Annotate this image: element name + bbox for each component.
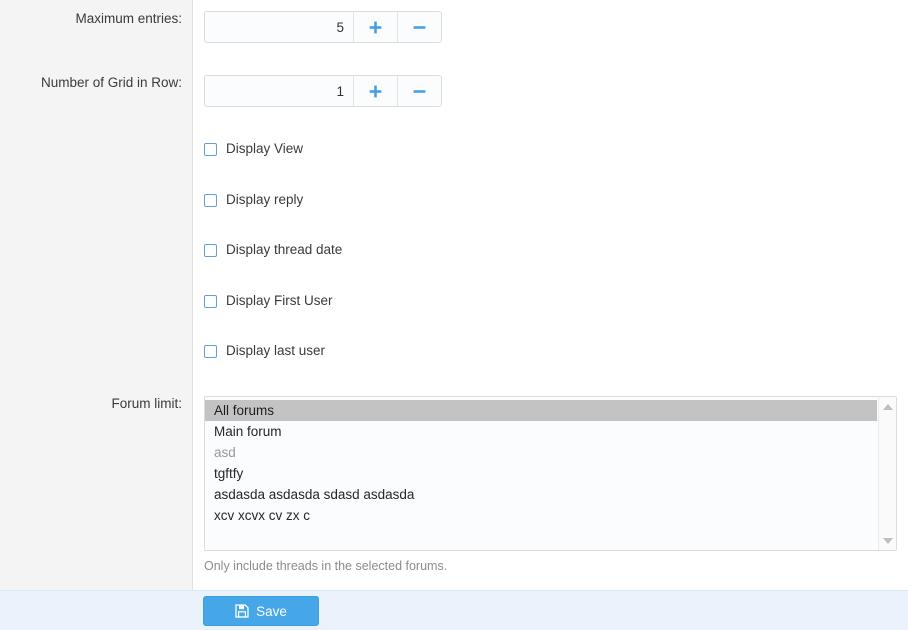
minus-icon	[413, 25, 426, 29]
floppy-disk-icon	[235, 604, 249, 618]
forum-limit-options: All forums Main forum asd tgftfy asdasda…	[205, 400, 877, 550]
row-display-reply: Display reply	[0, 192, 908, 208]
row-forum-limit: Forum limit: All forums Main forum asd t…	[0, 396, 908, 574]
list-item[interactable]: All forums	[205, 400, 877, 421]
list-item[interactable]: asd	[205, 442, 877, 463]
checkbox-icon[interactable]	[204, 193, 217, 207]
stepper-grid-in-row	[204, 75, 442, 107]
settings-form: Maximum entries: 5 Number of Grid in Row…	[0, 0, 908, 630]
checkbox-display-view[interactable]: Display View	[204, 141, 303, 157]
save-button[interactable]: Save	[203, 596, 319, 626]
checkbox-display-first-user[interactable]: Display First User	[204, 293, 333, 309]
forum-limit-scrollbar[interactable]	[878, 397, 896, 550]
label-forum-limit: Forum limit:	[111, 396, 183, 411]
checkbox-display-reply-label: Display reply	[226, 192, 304, 207]
row-display-view: Display View	[0, 141, 908, 157]
label-grid-in-row: Number of Grid in Row:	[40, 75, 182, 90]
maximum-entries-decrease-button[interactable]	[397, 12, 441, 42]
grid-in-row-input[interactable]	[205, 76, 353, 106]
label-maximum-entries: Maximum entries:	[75, 11, 182, 26]
minus-icon	[413, 89, 426, 93]
grid-in-row-increase-button[interactable]	[353, 76, 397, 106]
maximum-entries-input[interactable]	[205, 12, 353, 42]
list-item[interactable]: xcv xcvx cv zx c	[205, 505, 877, 526]
row-display-first-user: Display First User	[0, 293, 908, 309]
form-rows: Maximum entries: 5 Number of Grid in Row…	[0, 0, 908, 590]
stepper-maximum-entries	[204, 11, 442, 43]
forum-limit-listbox[interactable]: All forums Main forum asd tgftfy asdasda…	[204, 396, 897, 551]
scroll-down-icon[interactable]	[879, 532, 896, 549]
checkbox-display-thread-date[interactable]: Display thread date	[204, 242, 342, 258]
checkbox-display-thread-date-label: Display thread date	[226, 242, 343, 257]
list-item[interactable]: tgftfy	[205, 463, 877, 484]
row-maximum-entries: Maximum entries:	[0, 11, 908, 43]
checkbox-icon[interactable]	[204, 294, 217, 308]
scroll-up-icon[interactable]	[879, 398, 896, 415]
grid-in-row-decrease-button[interactable]	[397, 76, 441, 106]
plus-icon	[369, 21, 382, 33]
checkbox-display-reply[interactable]: Display reply	[204, 192, 303, 208]
row-display-last-user: Display last user	[0, 343, 908, 359]
row-grid-in-row: Number of Grid in Row:	[0, 75, 908, 107]
checkbox-display-last-user-label: Display last user	[226, 343, 326, 358]
forum-limit-help-text: Only include threads in the selected for…	[204, 559, 448, 573]
field-grid-in-row	[204, 75, 442, 107]
checkbox-icon[interactable]	[204, 142, 217, 156]
plus-icon	[369, 85, 382, 97]
form-footer: Save	[0, 590, 908, 630]
list-item[interactable]: asdasda asdasda sdasd asdasda	[205, 484, 877, 505]
field-maximum-entries	[204, 11, 442, 43]
checkbox-display-last-user[interactable]: Display last user	[204, 343, 325, 359]
checkbox-icon[interactable]	[204, 344, 217, 358]
checkbox-display-first-user-label: Display First User	[226, 293, 333, 308]
checkbox-display-view-label: Display View	[226, 141, 304, 156]
list-item[interactable]: Main forum	[205, 421, 877, 442]
row-display-thread-date: Display thread date	[0, 242, 908, 258]
maximum-entries-increase-button[interactable]	[353, 12, 397, 42]
field-forum-limit: All forums Main forum asd tgftfy asdasda…	[204, 396, 897, 574]
checkbox-icon[interactable]	[204, 243, 217, 257]
save-button-label: Save	[256, 603, 287, 619]
